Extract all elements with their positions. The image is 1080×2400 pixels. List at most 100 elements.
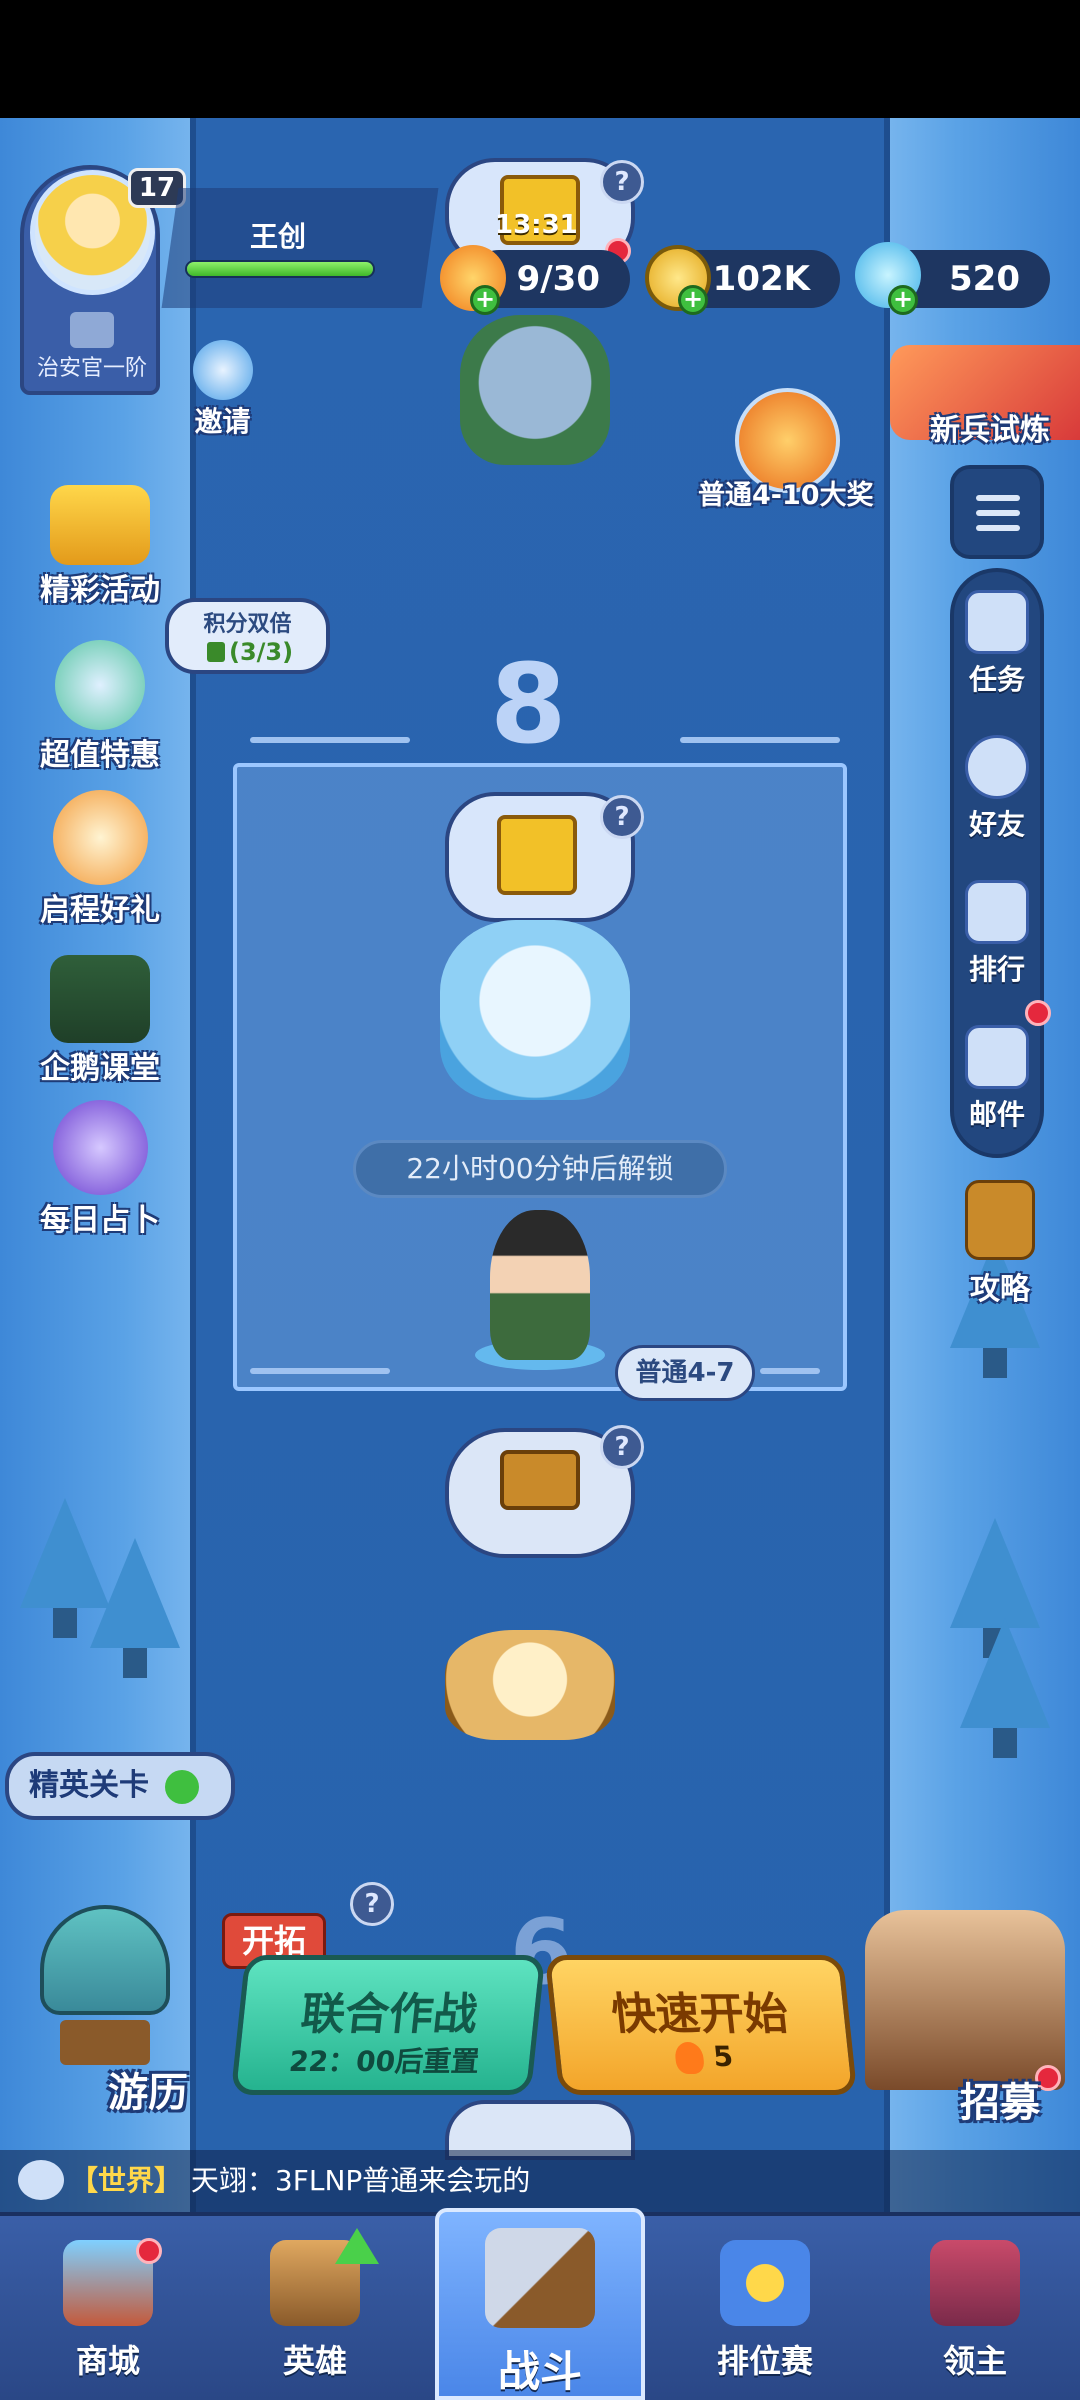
penguin-teacher-icon	[50, 955, 150, 1043]
rank-icon	[70, 312, 114, 348]
quick-cost: 5	[559, 2040, 851, 2074]
player-hero	[490, 1210, 590, 1360]
sabertooth-monster[interactable]	[445, 1630, 615, 1740]
shop-notification-dot	[136, 2238, 162, 2264]
guide-label: 攻略	[970, 1272, 1030, 1307]
mail-notification-dot	[1025, 1000, 1051, 1026]
chest-icon	[500, 1450, 580, 1510]
stage-divider	[760, 1368, 820, 1374]
menu-gift-label: 启程好礼	[40, 893, 160, 928]
podium-icon	[965, 880, 1029, 944]
recruit-trial-label: 新兵试炼	[930, 413, 1050, 448]
menu-friends-label: 好友	[968, 808, 1025, 841]
elite-stages-button[interactable]: 精英关卡	[5, 1752, 235, 1820]
menu-class[interactable]: 企鹅课堂	[20, 955, 180, 1087]
stage-divider	[250, 737, 410, 743]
pine-tree	[90, 1538, 180, 1678]
coop-reset-time: 22：00后重置	[287, 2045, 481, 2078]
help-icon[interactable]: ?	[350, 1882, 394, 1926]
explore-label: 游历	[108, 2070, 188, 2116]
nav-shop-label: 商城	[75, 2342, 140, 2380]
penguin-icon	[192, 340, 253, 400]
treasure-chest-icon	[50, 485, 150, 565]
menu-fortune[interactable]: 每日占卜	[20, 1100, 180, 1239]
coop-battle-button[interactable]: 联合作战 22：00后重置	[230, 1955, 546, 2095]
book-icon	[965, 1180, 1035, 1260]
menu-tasks[interactable]: 任务	[950, 590, 1044, 698]
menu-mail-label: 邮件	[968, 1098, 1025, 1131]
chat-channel: 【世界】	[70, 2164, 183, 2197]
nav-ranked-label: 排位赛	[716, 2342, 813, 2380]
double-points-bubble: 积分双倍 (3/3)	[165, 598, 330, 674]
pine-tree	[950, 1518, 1040, 1658]
chat-bubble-icon[interactable]	[18, 2160, 64, 2200]
rank-label: 治安官一阶	[36, 356, 147, 381]
hamburger-line	[976, 525, 1020, 531]
menu-ranking[interactable]: 排行	[950, 880, 1044, 988]
recruiter-character[interactable]	[865, 1910, 1065, 2090]
key-icon	[497, 815, 577, 895]
add-stamina-button[interactable]: +	[470, 285, 500, 315]
crystal-ball-icon	[52, 1100, 148, 1195]
player-hp-bar	[185, 260, 375, 278]
nav-battle[interactable]: 战斗	[450, 2218, 630, 2398]
menu-tasks-label: 任务	[968, 663, 1025, 696]
balloon-basket	[60, 2020, 150, 2065]
nav-heroes-label: 英雄	[282, 2342, 347, 2380]
help-icon[interactable]: ?	[600, 1425, 644, 1469]
menu-toggle-button[interactable]	[950, 465, 1044, 559]
ticket-icon	[207, 642, 225, 662]
hamburger-line	[976, 510, 1020, 516]
guide-button[interactable]: 攻略	[950, 1180, 1050, 1308]
elite-label: 精英关卡	[29, 1768, 149, 1803]
refresh-icon	[165, 1769, 200, 1804]
stage-divider	[680, 737, 840, 743]
pine-tree	[960, 1618, 1050, 1758]
invite-label: 邀请	[194, 405, 251, 438]
ice-yeti-monster[interactable]	[440, 920, 630, 1100]
menu-ranking-label: 排行	[968, 953, 1025, 986]
stage-number: 8	[490, 640, 567, 768]
invite-button[interactable]: 邀请	[175, 340, 270, 440]
help-icon[interactable]: ?	[600, 795, 644, 839]
nav-lord-label: 领主	[942, 2342, 1007, 2380]
menu-mail[interactable]: 邮件	[950, 1025, 1044, 1133]
menu-event[interactable]: 精彩活动	[20, 485, 180, 609]
world-chat-bar[interactable]: 【世界】 天翊：3FLNP普通来会玩的	[0, 2150, 1080, 2212]
unlock-timer-pill: 22小时00分钟后解锁	[353, 1140, 727, 1198]
recruit-label: 招募	[960, 2080, 1040, 2126]
hamburger-line	[976, 495, 1020, 501]
quick-cost-value: 5	[711, 2040, 735, 2073]
mail-icon	[965, 1025, 1029, 1089]
double-points-title: 积分双倍	[203, 612, 292, 637]
double-points-count: (3/3)	[229, 638, 294, 666]
stopwatch-icon	[55, 640, 145, 730]
menu-deal[interactable]: 超值特惠	[20, 640, 180, 774]
menu-friends[interactable]: 好友	[950, 735, 1044, 843]
crossed-swords-icon	[485, 2228, 595, 2328]
quick-start-button[interactable]: 快速开始 5	[544, 1955, 858, 2095]
quick-title: 快速开始	[609, 1989, 791, 2040]
nav-shop[interactable]: 商城	[18, 2218, 198, 2398]
clipboard-icon	[965, 590, 1029, 654]
current-stage-tag: 普通4-7	[615, 1345, 755, 1401]
upgrade-arrow-icon	[335, 2228, 379, 2264]
nav-battle-label: 战斗	[497, 2347, 582, 2396]
lord-banner-icon	[930, 2240, 1020, 2326]
menu-event-label: 精彩活动	[40, 573, 160, 608]
stamina-timer: 13:31	[495, 210, 578, 240]
ranked-shield-icon	[720, 2240, 810, 2326]
friends-icon	[965, 735, 1029, 799]
menu-deal-label: 超值特惠	[40, 738, 160, 773]
nav-ranked[interactable]: 排位赛	[675, 2218, 855, 2398]
ogre-boss[interactable]	[460, 315, 610, 465]
nav-lord[interactable]: 领主	[885, 2218, 1065, 2398]
stage-divider	[250, 1368, 390, 1374]
menu-gift[interactable]: 启程好礼	[20, 790, 180, 929]
player-name: 王创	[250, 220, 307, 253]
add-gems-button[interactable]: +	[888, 285, 918, 315]
help-icon[interactable]: ?	[600, 160, 644, 204]
fire-icon	[674, 2042, 706, 2074]
griffin-icon	[52, 790, 148, 885]
add-coins-button[interactable]: +	[678, 285, 708, 315]
